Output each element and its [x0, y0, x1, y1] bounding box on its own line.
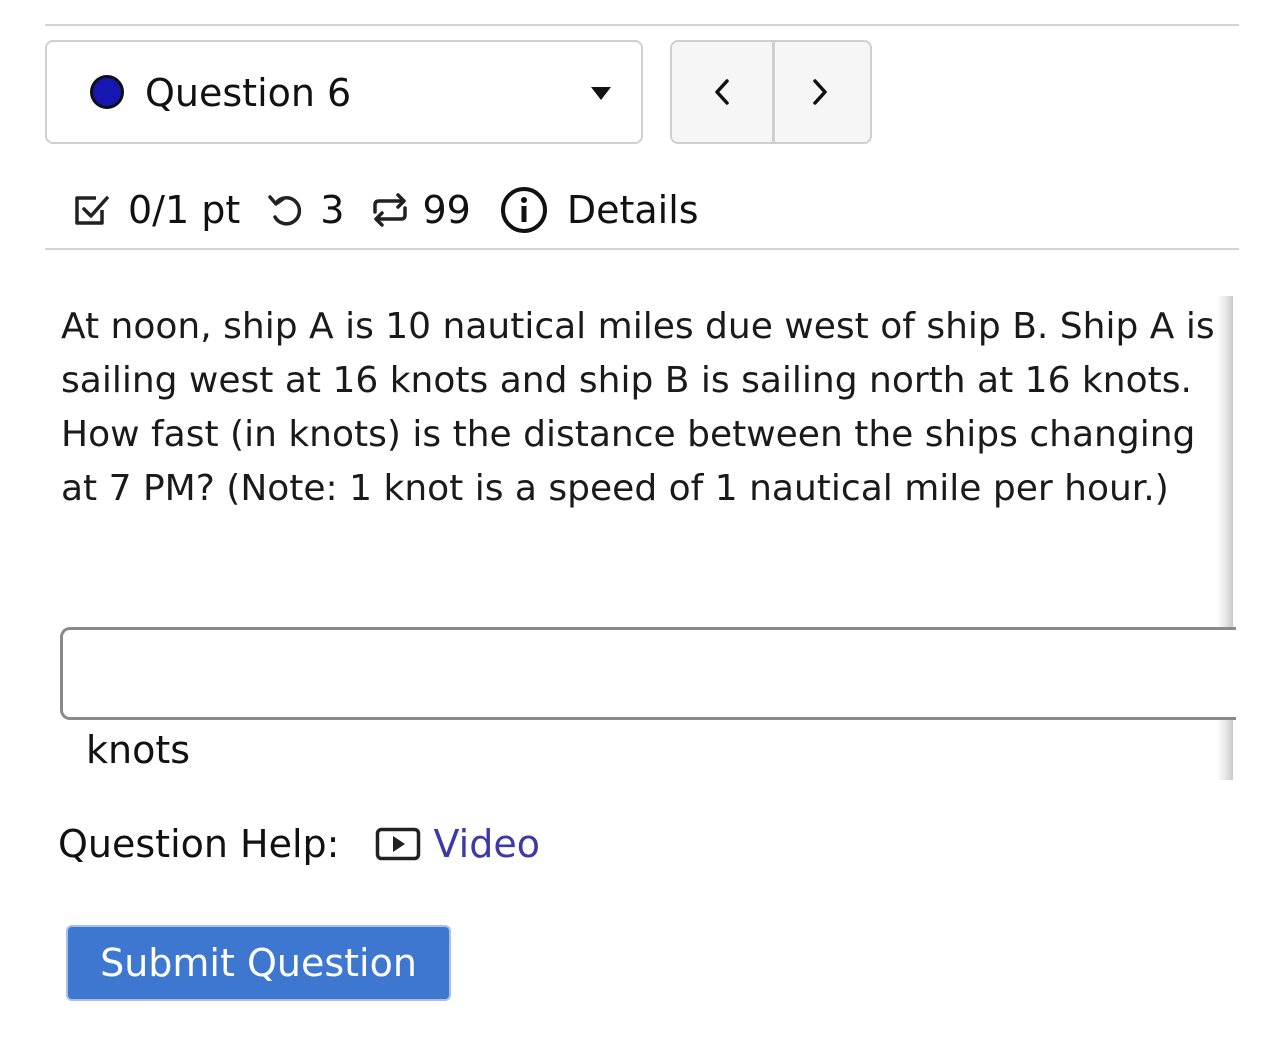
versions-count: 99 — [422, 188, 471, 232]
answer-input[interactable] — [60, 627, 1236, 720]
question-meta: 0/1 pt 3 99 Details — [72, 178, 699, 242]
question-text: At noon, ship A is 10 nautical miles due… — [61, 306, 1215, 509]
details-link[interactable]: Details — [567, 188, 699, 232]
meta-divider — [45, 248, 1239, 250]
chevron-left-icon — [715, 79, 729, 105]
top-divider — [45, 24, 1239, 26]
question-selector-label: Question 6 — [145, 71, 352, 115]
question-help: Question Help: Video — [58, 815, 540, 873]
previous-question-button[interactable] — [672, 42, 772, 142]
question-selector[interactable]: Question 6 — [45, 40, 643, 144]
video-play-icon — [376, 827, 421, 861]
score-checkbox-icon — [72, 190, 112, 230]
video-link-label: Video — [433, 822, 540, 866]
submit-question-button[interactable]: Submit Question — [66, 925, 451, 1001]
info-icon[interactable] — [499, 185, 549, 235]
question-nav — [670, 40, 872, 144]
video-help-link[interactable]: Video — [375, 822, 540, 866]
question-status-dot — [90, 75, 124, 109]
question-help-label: Question Help: — [58, 822, 340, 866]
attempts-count: 3 — [320, 188, 345, 232]
versions-icon — [370, 190, 410, 230]
points-text: 0/1 pt — [128, 188, 241, 232]
dropdown-caret-icon — [591, 87, 611, 100]
answer-units: knots — [86, 728, 191, 772]
next-question-button[interactable] — [770, 42, 870, 142]
retry-icon — [266, 190, 306, 230]
chevron-right-icon — [813, 79, 827, 105]
